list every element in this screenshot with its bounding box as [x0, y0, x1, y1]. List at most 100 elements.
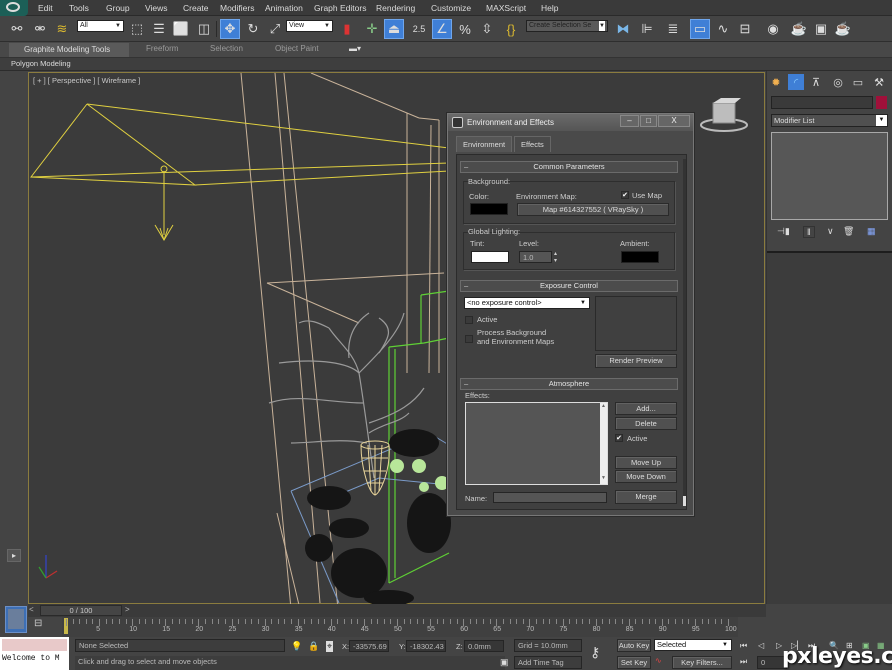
menu-edit[interactable]: Edit — [38, 3, 53, 13]
minimize-button[interactable]: – — [620, 115, 639, 127]
spinner-snap-icon[interactable]: ⇳ — [477, 19, 497, 39]
default-tangent-icon[interactable]: ∿ — [655, 656, 662, 665]
x-coordinate-field[interactable]: -33575.69 — [349, 640, 389, 652]
mirror-icon[interactable]: ⧓ — [613, 19, 633, 39]
hierarchy-icon[interactable]: ⊼ — [808, 74, 824, 90]
tab-freeform[interactable]: Freeform — [146, 44, 178, 53]
menu-customize[interactable]: Customize — [431, 3, 471, 13]
menu-animation[interactable]: Animation — [265, 3, 303, 13]
move-up-button[interactable]: Move Up — [615, 456, 677, 469]
show-end-result-icon[interactable]: ǁ — [803, 226, 815, 238]
tab-effects[interactable]: Effects — [514, 136, 551, 152]
maximize-button[interactable]: □ — [640, 115, 657, 127]
layer-manager-icon[interactable]: ≣ — [663, 19, 683, 39]
menu-modifiers[interactable]: Modifiers — [220, 3, 254, 13]
scene-explorer-icon[interactable]: ▭ — [690, 19, 710, 39]
create-icon[interactable]: ✹ — [768, 74, 784, 90]
bind-spacewarp-icon[interactable]: ≋ — [52, 19, 72, 39]
move-icon[interactable]: ✥ — [220, 19, 240, 39]
y-coordinate-field[interactable]: -18302.43 — [406, 640, 446, 652]
exposure-control-rollout[interactable]: – Exposure Control — [460, 280, 678, 292]
material-editor-icon[interactable]: ◉ — [763, 19, 783, 39]
z-coordinate-field[interactable]: 0.0mm — [464, 640, 504, 652]
set-key-button[interactable]: Set Key — [617, 656, 651, 669]
polygon-modeling-panel[interactable]: Polygon Modeling — [11, 59, 71, 68]
schematic-view-icon[interactable]: ⊟ — [735, 19, 755, 39]
dialog-titlebar[interactable]: Environment and Effects – □ X — [448, 114, 693, 131]
prev-frame-button[interactable]: < — [29, 605, 34, 614]
utilities-icon[interactable]: ⚒ — [871, 74, 887, 90]
rect-selection-icon[interactable]: ⬜ — [171, 19, 191, 39]
make-unique-icon[interactable]: ∨ — [827, 226, 834, 237]
remove-modifier-icon[interactable]: 🗑 — [843, 226, 854, 237]
window-crossing-icon[interactable]: ◫ — [194, 19, 214, 39]
absolute-mode-icon[interactable]: ⌖ — [326, 641, 334, 652]
select-object-icon[interactable]: ⬚ — [127, 19, 147, 39]
modifier-stack[interactable] — [771, 132, 888, 220]
add-effect-button[interactable]: Add... — [615, 402, 677, 415]
time-tag-icon[interactable]: ▣ — [500, 657, 509, 668]
menu-rendering[interactable]: Rendering — [376, 3, 415, 13]
tab-environment[interactable]: Environment — [456, 136, 513, 152]
set-key-mode-icon[interactable]: ⚷ — [590, 644, 600, 661]
named-selection-dropdown[interactable]: Create Selection Se ▼ — [526, 20, 608, 32]
modify-icon[interactable]: ◜ — [788, 74, 804, 90]
pin-stack-icon[interactable]: ⊣▮ — [777, 226, 790, 237]
menu-group[interactable]: Group — [106, 3, 130, 13]
key-mode-dropdown[interactable]: Selected ▼ — [654, 639, 732, 651]
menu-views[interactable]: Views — [145, 3, 168, 13]
pivot-icon[interactable]: ▮ — [337, 19, 357, 39]
close-button[interactable]: X — [658, 115, 690, 127]
render-setup-icon[interactable]: ☕ — [789, 19, 809, 39]
selection-lock-icon[interactable]: 🔒 — [308, 641, 319, 652]
effects-scrollbar[interactable]: ▲ ▼ — [600, 403, 607, 484]
level-spinner-field[interactable]: 1.0 — [519, 251, 552, 263]
angle-snap-icon[interactable]: ∠ — [432, 19, 452, 39]
select-by-name-icon[interactable]: ☰ — [149, 19, 169, 39]
edit-named-selection-icon[interactable]: {} — [501, 19, 521, 39]
display-icon[interactable]: ▭ — [850, 74, 866, 90]
tab-object-paint[interactable]: Object Paint — [275, 44, 319, 53]
tab-graphite-modeling-tools[interactable]: Graphite Modeling Tools — [9, 43, 129, 57]
merge-button[interactable]: Merge — [615, 490, 677, 504]
maxscript-listener[interactable]: Welcome to M — [0, 637, 69, 670]
time-slider-thumb[interactable]: 0 / 100 — [40, 605, 122, 616]
configure-modifier-sets-icon[interactable]: ▦ — [867, 226, 876, 237]
maximize-viewport-toggle[interactable] — [5, 606, 27, 633]
common-parameters-rollout[interactable]: – Common Parameters — [460, 161, 678, 173]
snap-toggle-icon[interactable]: 2.5 — [409, 19, 429, 39]
atmosphere-active-checkbox[interactable]: ✔ — [615, 434, 623, 442]
time-slider[interactable]: < 0 / 100 > — [28, 604, 766, 617]
motion-icon[interactable]: ◎ — [830, 74, 846, 90]
object-name-field[interactable] — [771, 96, 873, 109]
previous-frame-icon[interactable]: ◁ — [758, 641, 764, 650]
tab-selection[interactable]: Selection — [210, 44, 243, 53]
viewcube[interactable] — [699, 95, 749, 135]
object-color-swatch[interactable] — [876, 96, 887, 109]
ambient-color-swatch[interactable] — [621, 251, 659, 263]
modifier-list-dropdown[interactable]: Modifier List ▼ — [771, 114, 888, 127]
track-bar[interactable]: 5 10 15 20 25 30 35 40 45 50 55 60 65 70 75 80 85 90 95 100 — [62, 617, 738, 637]
tint-color-swatch[interactable] — [471, 251, 509, 263]
curve-editor-icon[interactable]: ∿ — [713, 19, 733, 39]
isolate-selection-icon[interactable]: 💡 — [291, 641, 302, 652]
add-time-tag-button[interactable]: Add Time Tag — [514, 656, 582, 669]
background-color-swatch[interactable] — [470, 203, 508, 215]
ribbon-options-icon[interactable]: ▬▾ — [349, 44, 361, 53]
link-icon[interactable]: ⚯ — [7, 19, 27, 39]
rendered-frame-icon[interactable]: ▣ — [811, 19, 831, 39]
exposure-control-dropdown[interactable]: <no exposure control> ▼ — [464, 297, 590, 309]
process-background-checkbox[interactable] — [465, 335, 473, 343]
application-button[interactable] — [0, 0, 28, 16]
rotate-icon[interactable]: ↻ — [243, 19, 263, 39]
align-icon[interactable]: ⊫ — [637, 19, 657, 39]
dialog-scrollbar-thumb[interactable] — [683, 496, 686, 506]
mini-curve-editor-icon[interactable]: ⊟ — [34, 618, 42, 629]
scale-icon[interactable]: ⤢ — [265, 19, 285, 39]
unlink-icon[interactable]: ⚮ — [30, 19, 50, 39]
selection-filter-dropdown[interactable]: All ▼ — [77, 20, 124, 32]
percent-snap-icon[interactable]: % — [455, 19, 475, 39]
move-down-button[interactable]: Move Down — [615, 470, 677, 483]
auto-key-button[interactable]: Auto Key — [617, 639, 651, 652]
go-to-start-icon[interactable]: ⏮ — [740, 641, 747, 651]
